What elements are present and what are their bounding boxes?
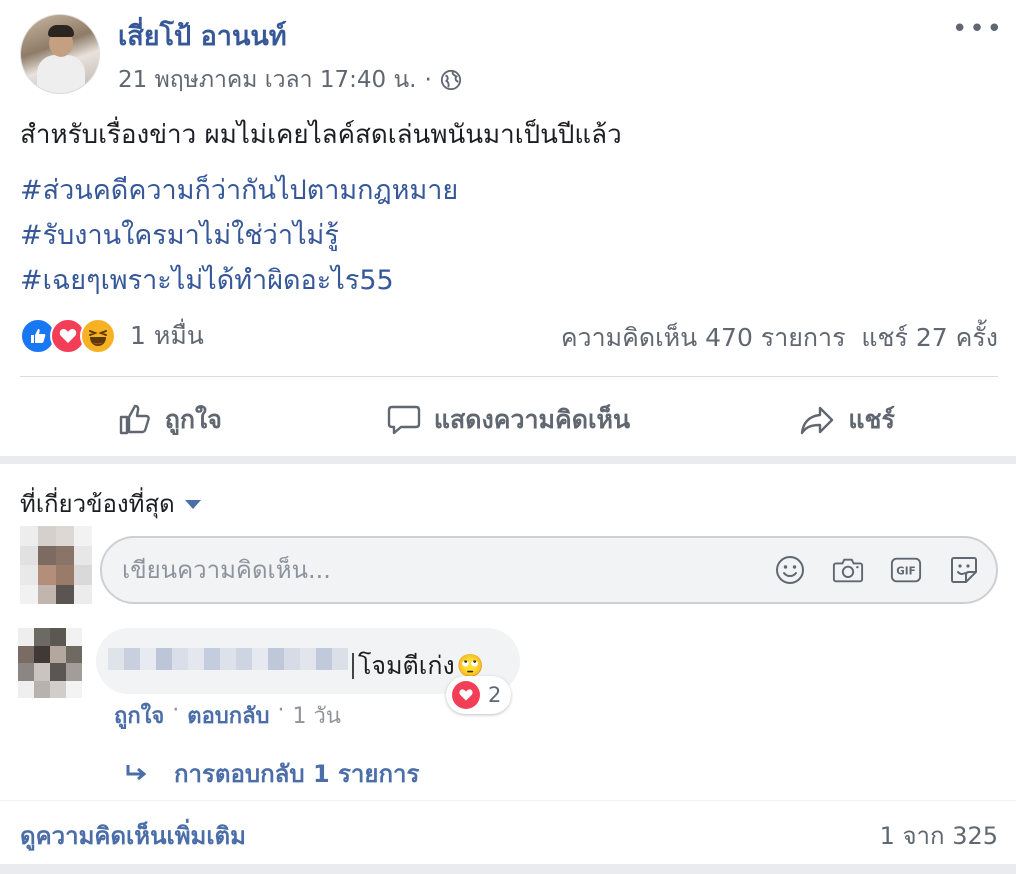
comment-body: โจมตีเก่ง [358, 651, 455, 680]
comment-like-link[interactable]: ถูกใจ [114, 698, 164, 733]
camera-icon[interactable] [832, 552, 864, 588]
divider [20, 376, 998, 377]
haha-reaction-icon [80, 318, 116, 354]
author-avatar[interactable] [20, 14, 100, 94]
action-bar: ถูกใจ แสดงความคิดเห็น แชร์ [0, 386, 1016, 454]
comment-button[interactable]: แสดงความคิดเห็น [339, 386, 678, 454]
sticker-icon[interactable] [948, 552, 980, 588]
comment-actions: ถูกใจ · ตอบกลับ · 1 วัน [114, 698, 341, 733]
like-button[interactable]: ถูกใจ [0, 386, 339, 454]
separator-dot: · [277, 698, 285, 723]
separator-dot: · [172, 698, 180, 723]
more-options-icon[interactable]: ••• [952, 14, 1004, 44]
comment-reply-link[interactable]: ตอบกลับ [187, 698, 269, 733]
caret-down-icon [184, 500, 201, 509]
comment-pager: 1 จาก 325 [879, 822, 998, 850]
hashtag-link[interactable]: #ส่วนคดีความก็ว่ากันไปตามกฎหมาย [20, 168, 458, 213]
author-name[interactable]: เสี่ยโป้ อานนท์ [118, 14, 287, 57]
meta-separator: · [424, 67, 432, 93]
share-button-label: แชร์ [848, 405, 895, 434]
thumbs-up-icon [119, 404, 150, 435]
current-user-avatar [20, 526, 92, 604]
reaction-summary[interactable]: 1 หมื่น [20, 316, 204, 356]
share-arrow-icon [801, 406, 834, 435]
globe-icon [440, 69, 461, 91]
comment-composer[interactable]: GIF [100, 536, 998, 604]
comment-reaction-count: 2 [488, 683, 502, 707]
post-text: สำหรับเรื่องข่าว ผมไม่เคยไลค์สดเล่นพนันม… [20, 120, 622, 150]
like-button-label: ถูกใจ [164, 405, 222, 434]
post-meta: 21 พฤษภาคม เวลา 17:40 น. · [118, 62, 462, 98]
eye-roll-emoji-icon: 🙄 [456, 653, 485, 679]
comment-count-link[interactable]: ความคิดเห็น 470 รายการ [561, 323, 846, 352]
gif-icon[interactable]: GIF [890, 552, 922, 588]
reply-arrow-icon [126, 764, 147, 780]
reaction-count[interactable]: 1 หมื่น [130, 316, 204, 356]
love-reaction-icon [452, 681, 480, 709]
share-count-link[interactable]: แชร์ 27 ครั้ง [861, 323, 998, 352]
hashtag-list: #ส่วนคดีความก็ว่ากันไปตามกฎหมาย #รับงานใ… [20, 168, 458, 303]
view-replies-link[interactable]: การตอบกลับ 1 รายการ [122, 754, 419, 793]
comment-time[interactable]: 1 วัน [293, 698, 341, 733]
svg-text:GIF: GIF [896, 566, 915, 578]
hashtag-link[interactable]: #รับงานใครมาไม่ใช่ว่าไม่รู้ [20, 213, 458, 258]
replies-label: การตอบกลับ 1 รายการ [174, 760, 420, 788]
hashtag-link[interactable]: #เฉยๆเพราะไม่ได้ทำผิดอะไร55 [20, 258, 458, 303]
section-separator [0, 456, 1016, 464]
comment-input[interactable] [122, 556, 722, 584]
engagement-counts: ความคิดเห็น 470 รายการ แชร์ 27 ครั้ง [561, 318, 998, 358]
bottom-separator [0, 864, 1016, 874]
commenter-avatar[interactable] [18, 628, 82, 698]
emoji-icon[interactable] [774, 552, 806, 588]
commenter-name-blurred[interactable] [108, 648, 348, 670]
sort-label: ที่เกี่ยวข้องที่สุด [20, 490, 175, 518]
comment-bubble-icon [387, 405, 421, 435]
post-timestamp[interactable]: 21 พฤษภาคม เวลา 17:40 น. [118, 62, 416, 98]
view-more-comments-link[interactable]: ดูความคิดเห็นเพิ่มเติม [20, 816, 246, 855]
comment-button-label: แสดงความคิดเห็น [433, 405, 631, 434]
divider [0, 800, 1016, 801]
share-button[interactable]: แชร์ [677, 386, 1016, 454]
comment-reaction-badge[interactable]: 2 [446, 676, 512, 714]
comment-sort-dropdown[interactable]: ที่เกี่ยวข้องที่สุด [20, 484, 201, 523]
